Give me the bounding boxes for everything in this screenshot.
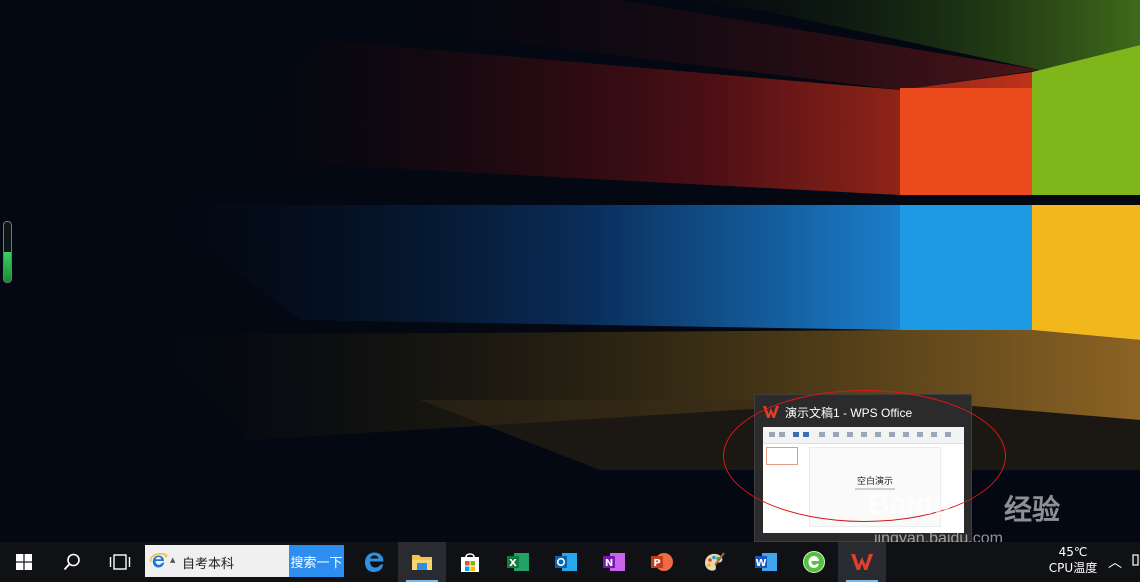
svg-text:N: N xyxy=(605,558,613,569)
preview-header: 演示文稿1 - WPS Office xyxy=(763,403,912,421)
outlook-icon xyxy=(555,553,577,571)
search-icon xyxy=(63,553,80,571)
edge-button[interactable] xyxy=(350,542,398,582)
preview-canvas-title: 空白演示 xyxy=(856,477,893,487)
wps-office-button[interactable] xyxy=(838,542,886,582)
watermark-brand-cn: 经验 xyxy=(1004,494,1061,525)
svg-text:W: W xyxy=(755,558,766,569)
excel-button[interactable]: X xyxy=(494,542,542,582)
cpu-temperature-value: 45℃ xyxy=(1058,545,1088,559)
edge-icon xyxy=(365,552,384,572)
ie-icon xyxy=(150,553,168,568)
file-explorer-icon xyxy=(412,555,432,570)
wps-office-icon xyxy=(851,554,873,570)
onenote-button[interactable]: N xyxy=(590,542,638,582)
store-icon xyxy=(461,553,479,572)
cpu-temperature-widget[interactable]: 45℃ CPU温度 xyxy=(1046,544,1100,580)
preview-ribbon xyxy=(763,427,964,444)
onenote-icon: N xyxy=(603,553,625,571)
watermark-brand: Baidu xyxy=(868,488,952,521)
taskbar-search-field[interactable]: ▲ 自考本科 xyxy=(145,545,289,577)
preview-slide-thumb xyxy=(766,447,798,465)
svg-text:P: P xyxy=(653,558,660,569)
outlook-button[interactable] xyxy=(542,542,590,582)
paint-button[interactable] xyxy=(690,542,738,582)
svg-text:X: X xyxy=(509,558,517,569)
search-button[interactable] xyxy=(48,542,96,582)
start-icon xyxy=(16,554,32,570)
search-engine-dropdown-icon[interactable]: ▲ xyxy=(170,556,175,564)
excel-icon: X xyxy=(507,553,529,571)
browser-icon xyxy=(803,551,825,573)
search-go-button[interactable]: 搜索一下 xyxy=(289,545,344,577)
powerpoint-button[interactable]: P xyxy=(638,542,686,582)
start-button[interactable] xyxy=(0,542,48,582)
word-button[interactable]: W xyxy=(742,542,790,582)
wps-office-icon xyxy=(763,406,779,418)
powerpoint-icon: P xyxy=(651,553,673,571)
browser-button[interactable] xyxy=(790,542,838,582)
preview-title: 演示文稿1 - WPS Office xyxy=(785,405,913,420)
cpu-temperature-label: CPU温度 xyxy=(1048,561,1098,575)
task-view-icon xyxy=(109,554,131,570)
store-button[interactable] xyxy=(446,542,494,582)
task-view-button[interactable] xyxy=(96,542,144,582)
side-gauge-widget xyxy=(3,221,12,283)
tray-partial-icon[interactable] xyxy=(1132,553,1140,567)
file-explorer-button[interactable] xyxy=(398,542,446,582)
word-icon: W xyxy=(755,553,777,571)
paint-icon xyxy=(705,552,725,571)
taskbar-search-text[interactable]: 自考本科 xyxy=(182,553,234,572)
show-hidden-icons-chevron-icon[interactable]: ︿ xyxy=(1108,552,1122,572)
